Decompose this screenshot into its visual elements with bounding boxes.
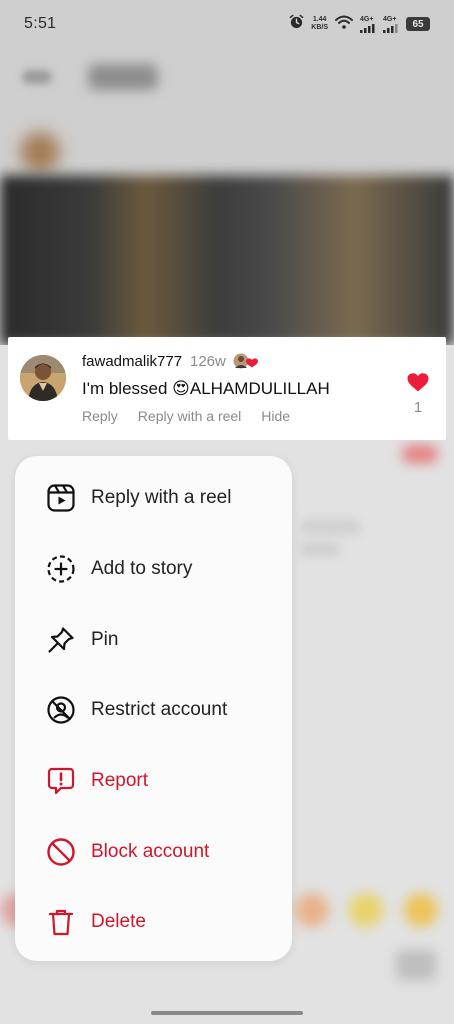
bg-emoji — [295, 893, 329, 927]
comment-text: I'm blessed 😍ALHAMDULILLAH — [82, 379, 330, 398]
menu-item-label: Add to story — [91, 558, 193, 580]
network-speed: 1.44 KB/S — [311, 16, 328, 32]
hide-link[interactable]: Hide — [261, 408, 290, 424]
home-indicator[interactable] — [151, 1011, 303, 1015]
reply-link[interactable]: Reply — [82, 408, 118, 424]
alarm-icon — [289, 14, 304, 34]
pin-icon — [45, 624, 77, 656]
comment-timestamp: 126w — [190, 353, 226, 370]
sim2-signal: 4G+ — [383, 16, 399, 33]
bg-post-image — [0, 175, 454, 345]
avatar[interactable] — [20, 355, 66, 401]
sim1-label: 4G+ — [360, 15, 374, 23]
menu-item-label: Reply with a reel — [91, 487, 232, 509]
bg-post-button — [396, 950, 436, 980]
network-speed-value: 1.44 — [312, 16, 327, 23]
like-count[interactable]: 1 — [408, 399, 428, 416]
menu-item-restrict-account[interactable]: Restrict account — [15, 675, 292, 746]
sim2-label: 4G+ — [383, 15, 397, 23]
menu-item-reply-with-reel[interactable]: Reply with a reel — [15, 463, 292, 534]
menu-item-label: Restrict account — [91, 699, 228, 721]
reel-icon — [45, 482, 77, 514]
trash-icon — [45, 906, 77, 938]
menu-item-pin[interactable]: Pin — [15, 604, 292, 675]
bg-emoji — [349, 893, 383, 927]
bg-back-arrow — [22, 70, 52, 84]
restrict-icon — [45, 694, 77, 726]
report-icon — [45, 765, 77, 797]
menu-item-label: Block account — [91, 840, 210, 862]
status-time: 5:51 — [24, 15, 57, 32]
menu-item-add-to-story[interactable]: Add to story — [15, 534, 292, 605]
menu-item-label: Delete — [91, 911, 146, 933]
bg-like — [402, 445, 438, 463]
block-icon — [45, 836, 77, 868]
bg-emoji — [404, 893, 438, 927]
bg-avatar — [20, 132, 60, 172]
status-icons: 1.44 KB/S 4G+ 4G+ 65 — [289, 14, 430, 34]
heart-icon[interactable] — [406, 371, 430, 393]
comment-actions: Reply Reply with a reel Hide — [82, 408, 290, 424]
comment-username[interactable]: fawadmalik777 — [82, 353, 182, 370]
sim1-signal: 4G+ — [360, 16, 376, 33]
selected-comment[interactable]: fawadmalik777 126w I'm blessed 😍ALHAMDUL… — [8, 337, 446, 440]
menu-item-label: Pin — [91, 628, 119, 650]
bg-title — [88, 64, 158, 90]
menu-item-delete[interactable]: Delete — [15, 887, 292, 958]
menu-item-report[interactable]: Report — [15, 746, 292, 817]
add-to-story-icon — [45, 553, 77, 585]
bg-text-line — [300, 542, 340, 556]
menu-item-block-account[interactable]: Block account — [15, 816, 292, 887]
battery-icon: 65 — [406, 17, 430, 31]
status-bar: 5:51 1.44 KB/S 4G+ 4G+ 65 — [0, 0, 454, 48]
comment-context-menu: Reply with a reel Add to story Pin Restr… — [15, 456, 292, 961]
menu-item-label: Report — [91, 770, 149, 792]
signal-icon — [360, 23, 375, 33]
creator-liked-icon — [232, 352, 260, 370]
network-speed-unit: KB/S — [311, 24, 328, 31]
wifi-icon — [335, 15, 353, 34]
reply-with-reel-link[interactable]: Reply with a reel — [138, 408, 242, 424]
bg-text-line — [300, 520, 360, 534]
signal-icon — [383, 23, 398, 33]
